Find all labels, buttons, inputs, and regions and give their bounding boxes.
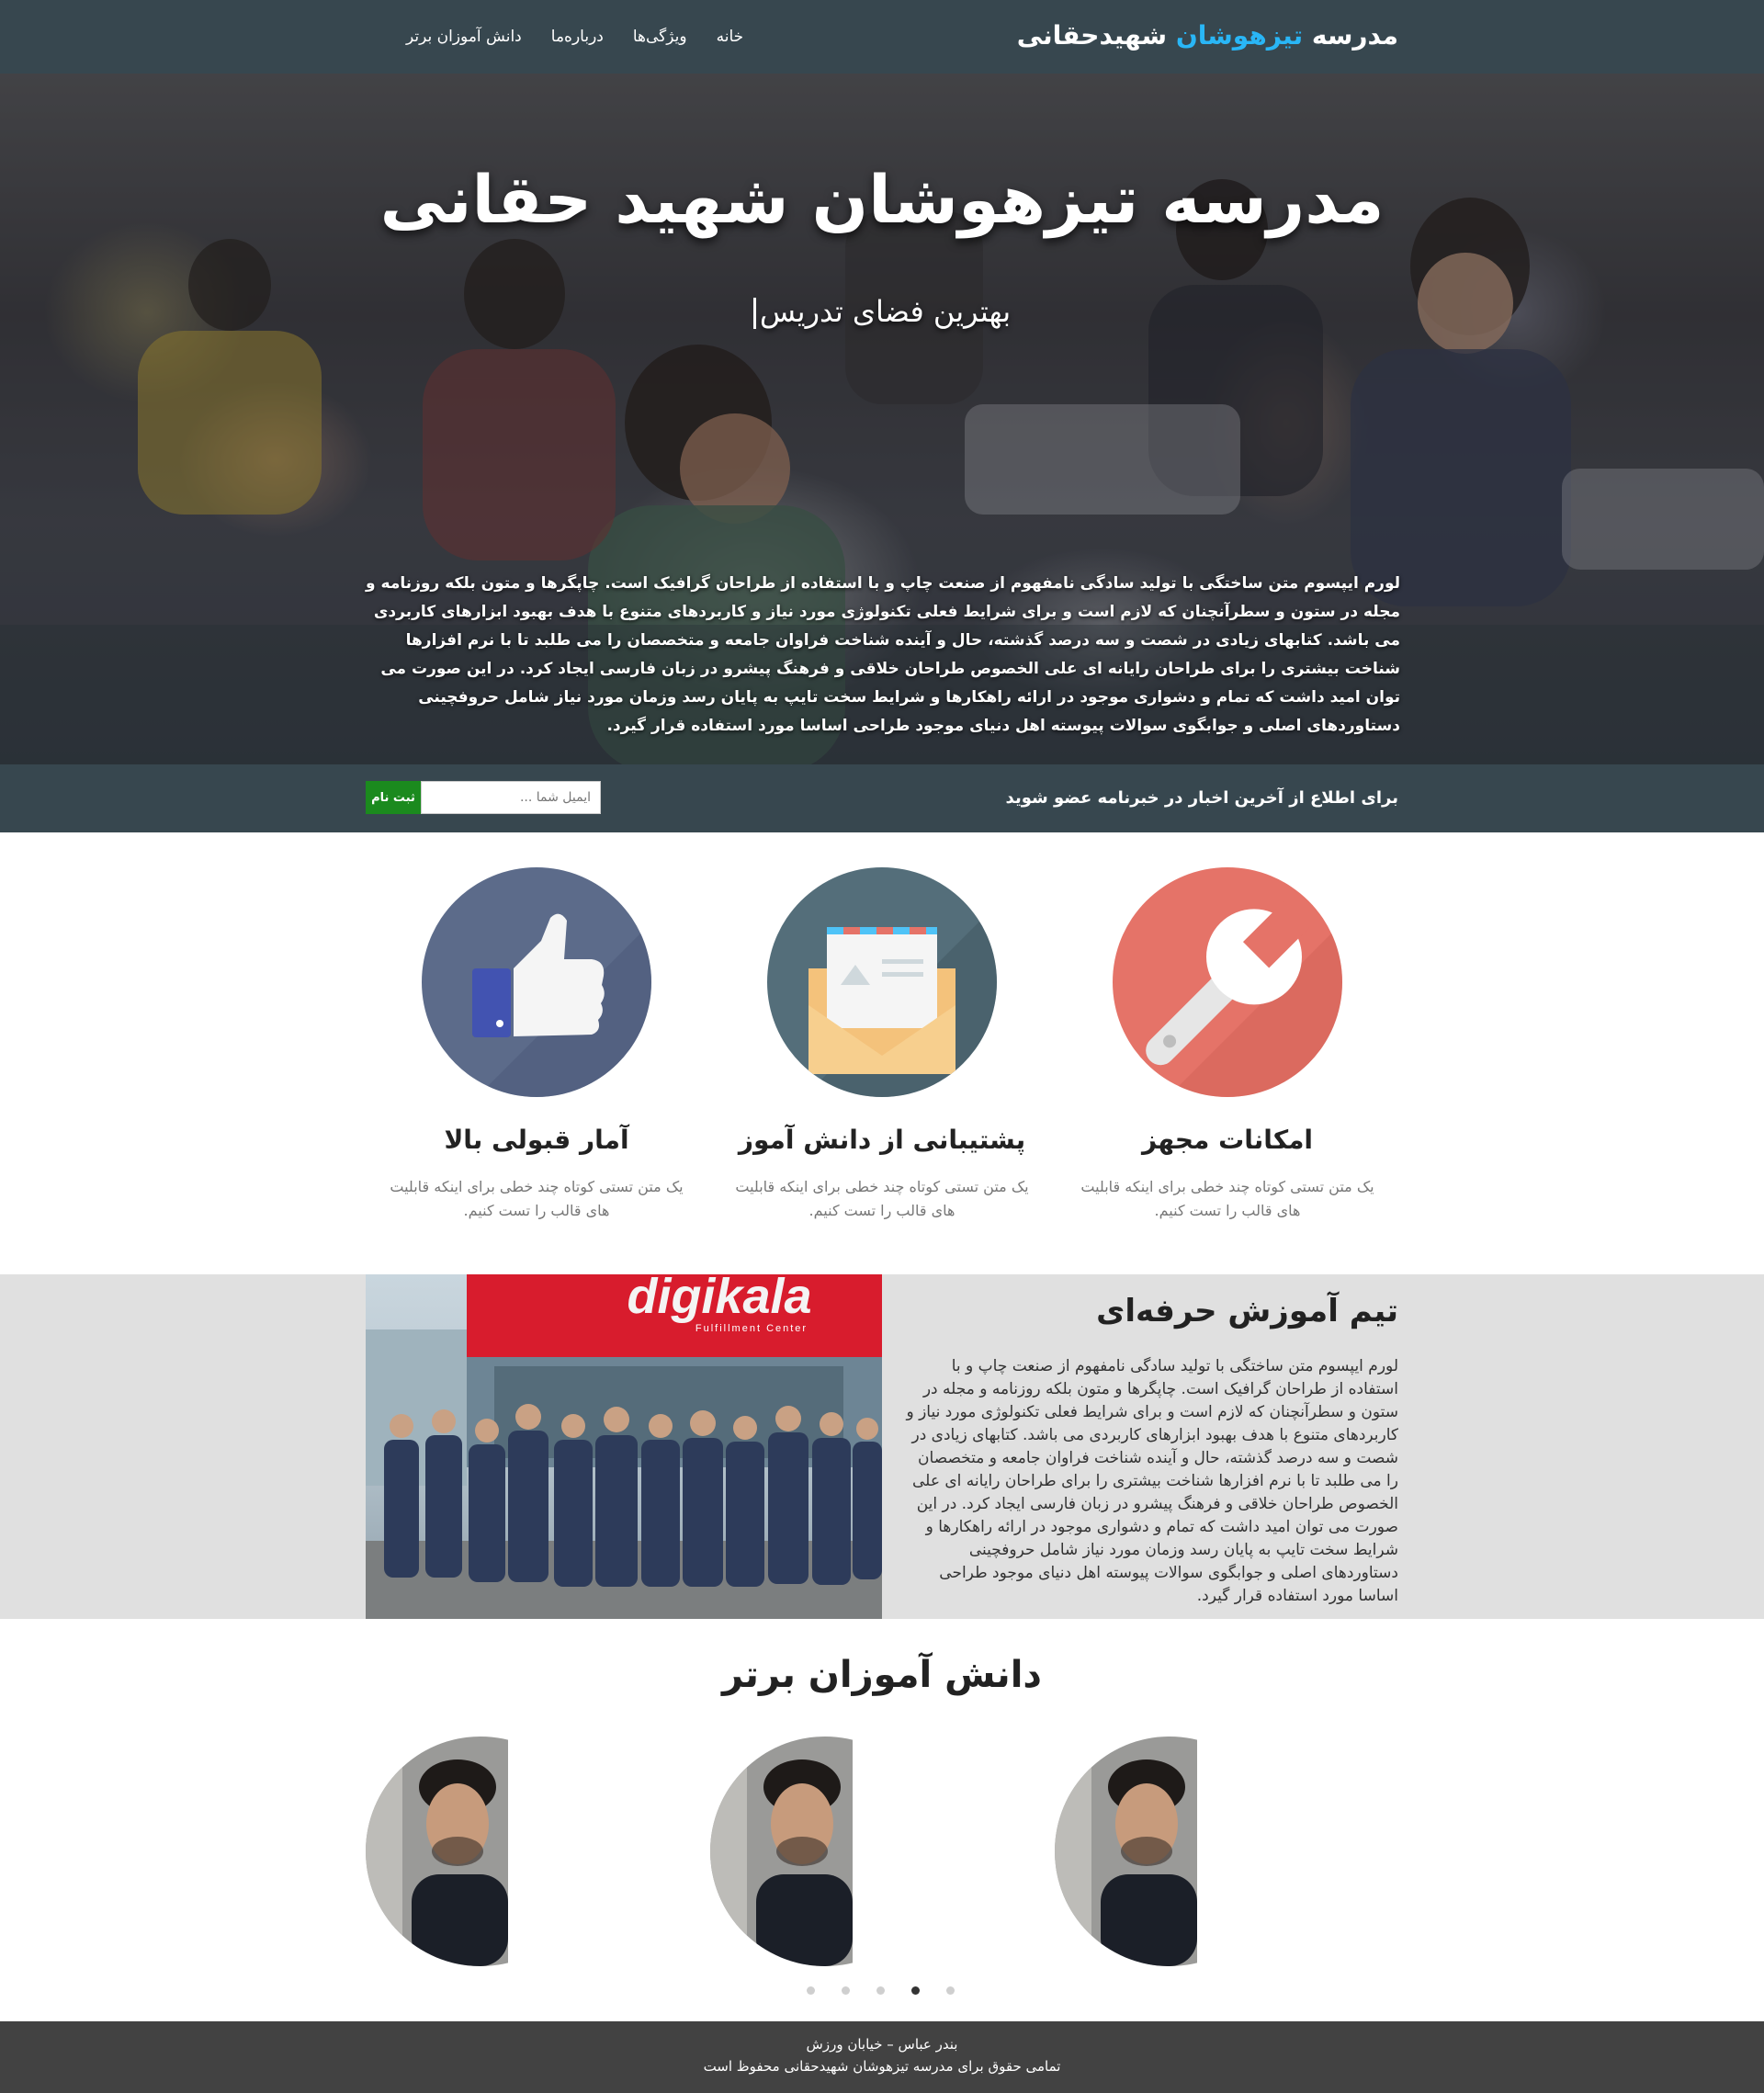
feature-equipment: امکانات مجهز یک متن تستی کوتاه چند خطی ب… — [1073, 867, 1382, 1223]
carousel-dot[interactable] — [807, 1986, 815, 1995]
hero-title: مدرسه تیزهوشان شهید حقانی — [379, 161, 1385, 238]
team-section: digikala Fulfillment Center تیم آموزش حر… — [0, 1274, 1764, 1619]
feature-title: پشتیبانی از دانش آموز — [738, 1125, 1026, 1155]
carousel-dot[interactable] — [946, 1986, 955, 1995]
brand-suffix: شهیدحقانی — [1016, 20, 1176, 51]
feature-text: یک متن تستی کوتاه چند خطی برای اینکه قاب… — [1080, 1178, 1374, 1219]
newsletter-label: برای اطلاع از آخرین اخبار در خبرنامه عضو… — [1005, 788, 1398, 808]
navbar: مدرسه تیزهوشان شهیدحقانی خانه ویژگی‌ها د… — [0, 0, 1764, 74]
student-photo[interactable] — [366, 1737, 595, 1966]
wrench-icon — [1113, 867, 1342, 1097]
sign-subtitle-text: Fulfillment Center — [695, 1323, 808, 1334]
feature-text: یک متن تستی کوتاه چند خطی برای اینکه قاب… — [390, 1178, 684, 1219]
top-students-title: دانش آموزان برتر — [722, 1654, 1042, 1696]
newsletter-email-input[interactable] — [421, 781, 601, 814]
student-photo[interactable] — [710, 1737, 940, 1966]
feature-title: آمار قبولی بالا — [444, 1125, 629, 1155]
brand-accent: تیزهوشان — [1175, 20, 1304, 51]
feature-text: یک متن تستی کوتاه چند خطی برای اینکه قاب… — [735, 1178, 1029, 1219]
hero-subtitle: بهترین فضای تدریس — [0, 294, 1764, 329]
feature-acceptance-rate: آمار قبولی بالا یک متن تستی کوتاه چند خط… — [382, 867, 691, 1223]
team-photo: digikala Fulfillment Center — [366, 1274, 882, 1619]
typing-cursor — [752, 298, 756, 329]
newsletter-form: ثبت نام — [366, 781, 601, 814]
team-description: لورم ایپسوم متن ساختگی با تولید سادگی نا… — [906, 1357, 1398, 1605]
nav-link-home[interactable]: خانه — [717, 28, 744, 46]
brand-prefix: مدرسه — [1303, 20, 1398, 51]
student-photo[interactable] — [1055, 1737, 1284, 1966]
nav-link-features[interactable]: ویژگی‌ها — [633, 28, 687, 46]
envelope-icon — [767, 867, 997, 1097]
hero-description: لورم ایپسوم متن ساختگی با تولید سادگی نا… — [366, 574, 1400, 735]
nav-menu: خانه ویژگی‌ها درباره‌ما دانش آموزان برتر — [377, 28, 743, 46]
sign-logo-text: digikala — [627, 1274, 811, 1324]
newsletter-bar: برای اطلاع از آخرین اخبار در خبرنامه عضو… — [0, 764, 1764, 832]
hero-subtitle-text: بهترین فضای تدریس — [759, 294, 1012, 329]
carousel-dot[interactable] — [842, 1986, 850, 1995]
hero-section: مدرسه تیزهوشان شهید حقانی بهترین فضای تد… — [0, 74, 1764, 764]
footer: بندر عباس – خیابان ورزش تمامی حقوق برای … — [0, 2021, 1764, 2093]
carousel-pagination — [807, 1986, 955, 1995]
carousel-dot[interactable] — [876, 1986, 885, 1995]
feature-student-support: پشتیبانی از دانش آموز یک متن تستی کوتاه … — [728, 867, 1036, 1223]
team-title: تیم آموزش حرفه‌ای — [1096, 1293, 1398, 1329]
footer-copyright: تمامی حقوق برای مدرسه تیزهوشان شهیدحقانی… — [703, 2058, 1061, 2075]
thumbs-up-icon — [422, 867, 651, 1097]
nav-link-about[interactable]: درباره‌ما — [551, 28, 604, 46]
nav-link-top-students[interactable]: دانش آموزان برتر — [406, 28, 522, 46]
feature-title: امکانات مجهز — [1141, 1125, 1314, 1155]
carousel-dot-active[interactable] — [911, 1986, 920, 1995]
newsletter-subscribe-button[interactable]: ثبت نام — [366, 781, 421, 814]
footer-address: بندر عباس – خیابان ورزش — [806, 2036, 958, 2053]
site-brand[interactable]: مدرسه تیزهوشان شهیدحقانی — [1017, 20, 1398, 51]
